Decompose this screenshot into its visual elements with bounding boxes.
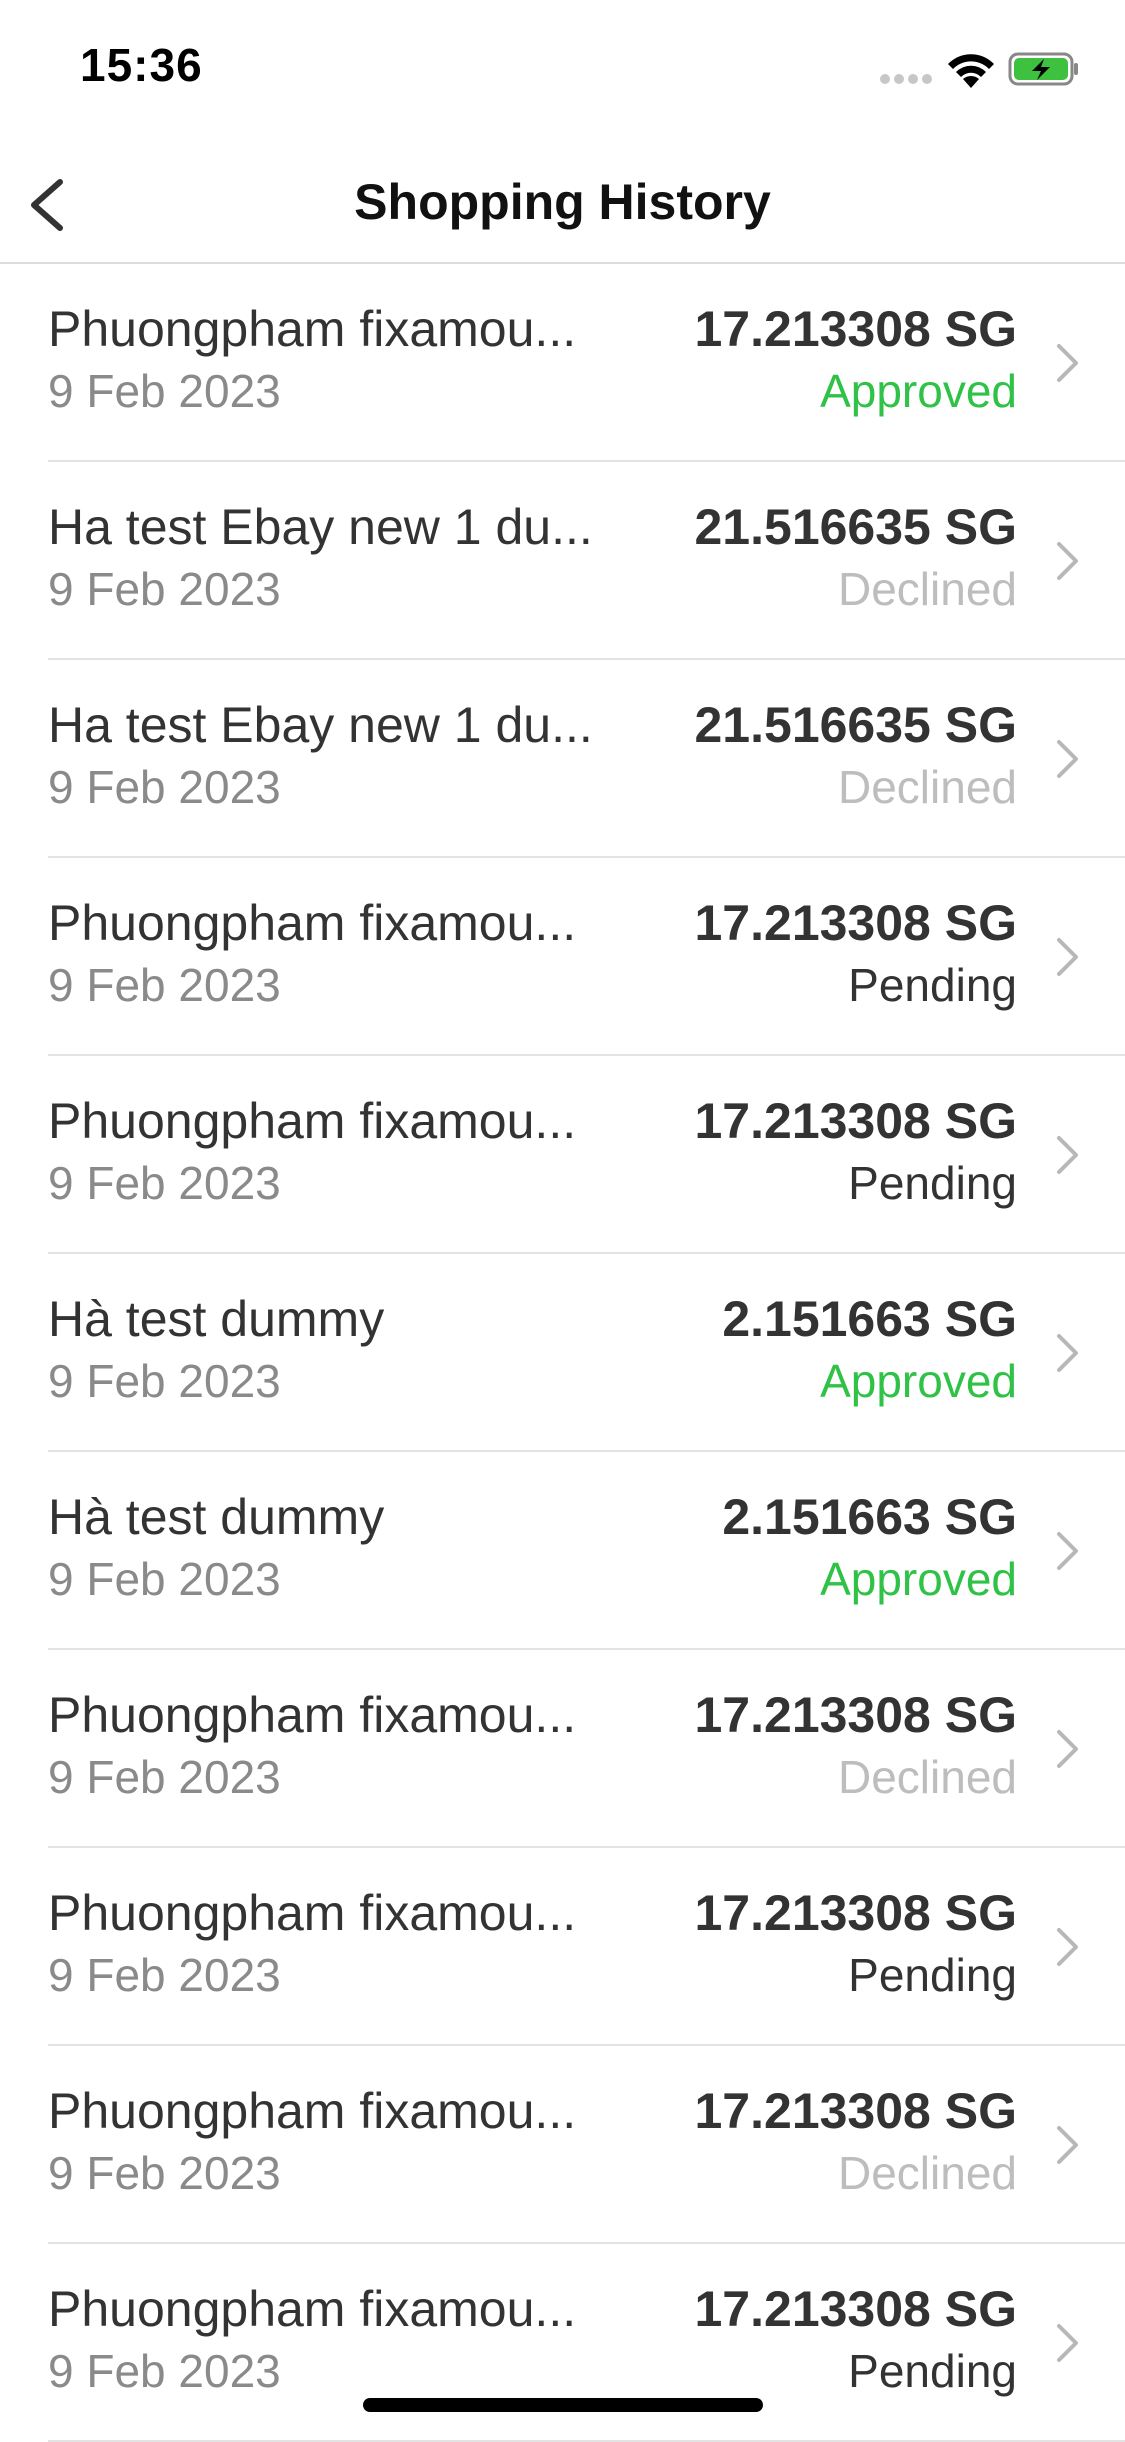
chevron-right-icon xyxy=(1057,938,1078,976)
transaction-amount: 17.213308 SG xyxy=(694,1885,1018,1941)
chevron-right-icon xyxy=(1057,542,1078,580)
transaction-name: Phuongpham fixamou... xyxy=(48,1885,577,1941)
chevron-right-icon xyxy=(1057,1334,1078,1372)
transaction-name: Phuongpham fixamou... xyxy=(48,895,577,951)
status-bar: 15:36 xyxy=(0,0,1125,140)
transaction-status: Declined xyxy=(838,2147,1017,2199)
transaction-name: Hà test dummy xyxy=(48,1291,385,1347)
transaction-status: Declined xyxy=(838,563,1017,615)
transaction-date: 9 Feb 2023 xyxy=(48,1157,281,1209)
transaction-date: 9 Feb 2023 xyxy=(48,1355,281,1407)
home-indicator[interactable] xyxy=(363,2398,763,2412)
transaction-row[interactable]: Phuongpham fixamou... 9 Feb 2023 17.213308… xyxy=(0,2046,1125,2244)
chevron-right-icon xyxy=(1057,1532,1078,1570)
transaction-status: Pending xyxy=(848,959,1017,1011)
page-title: Shopping History xyxy=(354,174,771,230)
transaction-row[interactable]: Phuongpham fixamou... 9 Feb 2023 17.213308… xyxy=(0,1848,1125,2046)
chevron-right-icon xyxy=(1057,2324,1078,2362)
transaction-status: Declined xyxy=(838,761,1017,813)
status-time: 15:36 xyxy=(80,39,203,91)
transaction-row[interactable]: Phuongpham fixamou... 9 Feb 2023 17.213308… xyxy=(0,2244,1125,2442)
transaction-date: 9 Feb 2023 xyxy=(48,2147,281,2199)
transaction-name: Phuongpham fixamou... xyxy=(48,2281,577,2337)
transaction-date: 9 Feb 2023 xyxy=(48,1949,281,2001)
transaction-date: 9 Feb 2023 xyxy=(48,365,281,417)
wifi-icon xyxy=(945,50,997,90)
transaction-amount: 2.151663 SG xyxy=(722,1489,1017,1545)
transaction-row[interactable]: Ha test Ebay new 1 du... 9 Feb 2023 21.516… xyxy=(0,462,1125,660)
transaction-amount: 17.213308 SG xyxy=(694,2281,1018,2337)
chevron-right-icon xyxy=(1057,2126,1078,2164)
transaction-date: 9 Feb 2023 xyxy=(48,563,281,615)
transaction-status: Declined xyxy=(838,1751,1017,1803)
transaction-name: Phuongpham fixamou... xyxy=(48,2083,577,2139)
transaction-row[interactable]: Phuongpham fixamou... 9 Feb 2023 17.213308… xyxy=(0,1650,1125,1848)
nav-bar: Shopping History xyxy=(0,140,1125,264)
transaction-status: Approved xyxy=(820,1553,1017,1605)
transaction-status: Approved xyxy=(820,1355,1017,1407)
transaction-row[interactable]: Hà test dummy 9 Feb 2023 2.151663 SG Approv… xyxy=(0,1452,1125,1650)
transaction-date: 9 Feb 2023 xyxy=(48,1553,281,1605)
transaction-status: Pending xyxy=(848,1157,1017,1209)
chevron-right-icon xyxy=(1057,344,1078,382)
transaction-amount: 17.213308 SG xyxy=(694,301,1018,357)
transaction-name: Phuongpham fixamou... xyxy=(48,1093,577,1149)
transaction-list: Phuongpham fixamou... 9 Feb 2023 17.213308… xyxy=(0,264,1125,2442)
transaction-amount: 21.516635 SG xyxy=(694,697,1018,753)
transaction-amount: 17.213308 SG xyxy=(694,895,1018,951)
chevron-right-icon xyxy=(1057,1730,1078,1768)
transaction-amount: 2.151663 SG xyxy=(722,1291,1017,1347)
transaction-name: Ha test Ebay new 1 du... xyxy=(48,499,593,555)
transaction-amount: 17.213308 SG xyxy=(694,1093,1018,1149)
transaction-row[interactable]: Hà test dummy 9 Feb 2023 2.151663 SG Approv… xyxy=(0,1254,1125,1452)
transaction-status: Approved xyxy=(820,365,1017,417)
transaction-amount: 17.213308 SG xyxy=(694,2083,1018,2139)
transaction-name: Phuongpham fixamou... xyxy=(48,301,577,357)
transaction-name: Hà test dummy xyxy=(48,1489,385,1545)
transaction-date: 9 Feb 2023 xyxy=(48,2345,281,2397)
transaction-row[interactable]: Phuongpham fixamou... 9 Feb 2023 17.213308… xyxy=(0,264,1125,462)
battery-charging-icon xyxy=(1008,50,1080,88)
transaction-row[interactable]: Phuongpham fixamou... 9 Feb 2023 17.213308… xyxy=(0,858,1125,1056)
transaction-status: Pending xyxy=(848,1949,1017,2001)
transaction-name: Ha test Ebay new 1 du... xyxy=(48,697,593,753)
transaction-amount: 17.213308 SG xyxy=(694,1687,1018,1743)
transaction-amount: 21.516635 SG xyxy=(694,499,1018,555)
transaction-row[interactable]: Ha test Ebay new 1 du... 9 Feb 2023 21.516… xyxy=(0,660,1125,858)
transaction-name: Phuongpham fixamou... xyxy=(48,1687,577,1743)
chevron-right-icon xyxy=(1057,740,1078,778)
chevron-right-icon xyxy=(1057,1928,1078,1966)
transaction-date: 9 Feb 2023 xyxy=(48,761,281,813)
signal-dots-icon xyxy=(880,73,936,85)
transaction-date: 9 Feb 2023 xyxy=(48,959,281,1011)
transaction-row[interactable]: Phuongpham fixamou... 9 Feb 2023 17.213308… xyxy=(0,1056,1125,1254)
transaction-status: Pending xyxy=(848,2345,1017,2397)
chevron-right-icon xyxy=(1057,1136,1078,1174)
transaction-date: 9 Feb 2023 xyxy=(48,1751,281,1803)
